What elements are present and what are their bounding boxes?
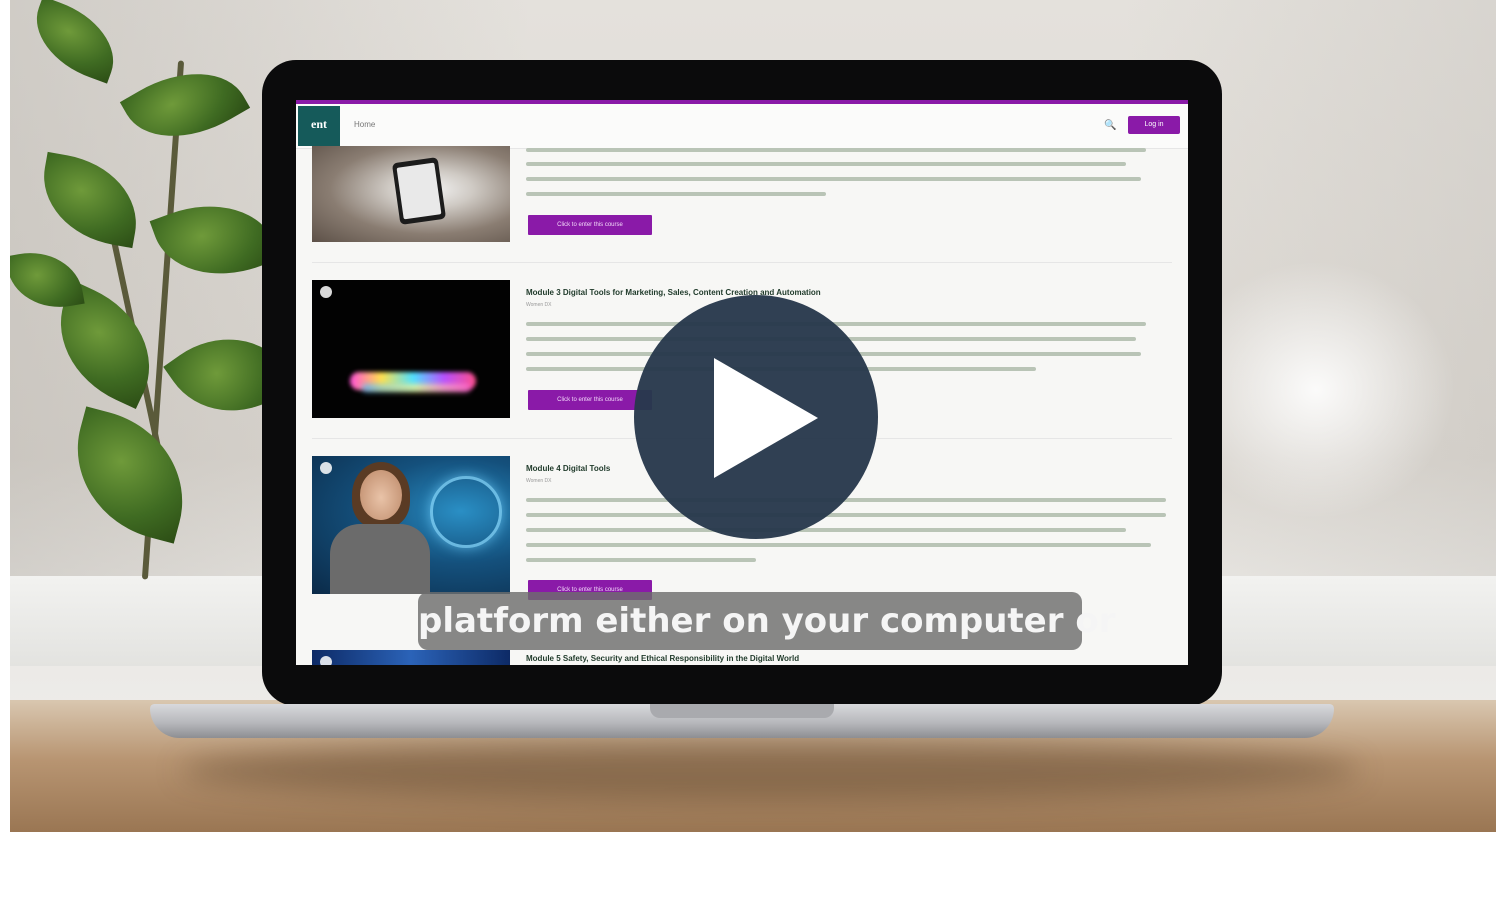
person-face	[360, 470, 402, 520]
module-description-line	[526, 528, 1126, 532]
module-author: Women DX	[526, 478, 552, 484]
search-icon[interactable]: 🔍	[1104, 120, 1116, 131]
module-thumbnail[interactable]	[312, 280, 510, 418]
module-author: Women DX	[526, 302, 552, 308]
laptop-glow-reflection	[362, 384, 470, 392]
divider	[312, 262, 1172, 263]
play-triangle	[714, 358, 818, 478]
module-thumbnail[interactable]	[312, 650, 510, 665]
module-description-line	[526, 162, 1126, 166]
thumbnail-badge-icon	[320, 286, 332, 298]
thumbnail-badge-icon	[320, 656, 332, 665]
enter-course-button[interactable]: Click to enter this course	[528, 215, 652, 235]
module-description-line	[526, 148, 1146, 152]
digital-gear-icon	[430, 476, 502, 548]
module-title[interactable]: Module 3 Digital Tools for Marketing, Sa…	[526, 288, 821, 297]
module-thumbnail[interactable]	[312, 456, 510, 594]
laptop-notch	[650, 704, 834, 718]
module-description-line	[526, 558, 756, 562]
module-description-line	[526, 513, 1166, 517]
thumbnail-badge-icon	[320, 462, 332, 474]
site-navbar: ent Home 🔍 Log in	[296, 104, 1188, 149]
login-button[interactable]: Log in	[1128, 116, 1180, 134]
module-description-line	[526, 192, 826, 196]
module-description-line	[526, 177, 1141, 181]
video-caption: platform either on your computer or	[418, 592, 1115, 650]
tablet-image	[391, 157, 447, 225]
laptop-shadow	[180, 740, 1360, 800]
nav-home-link[interactable]: Home	[354, 120, 375, 129]
module-thumbnail[interactable]	[312, 146, 510, 242]
module-title[interactable]: Module 4 Digital Tools	[526, 464, 610, 473]
person-jacket	[330, 524, 430, 594]
module-title[interactable]: Module 5 Safety, Security and Ethical Re…	[526, 654, 799, 663]
site-logo[interactable]: ent	[298, 106, 340, 146]
module-description-line	[526, 543, 1151, 547]
